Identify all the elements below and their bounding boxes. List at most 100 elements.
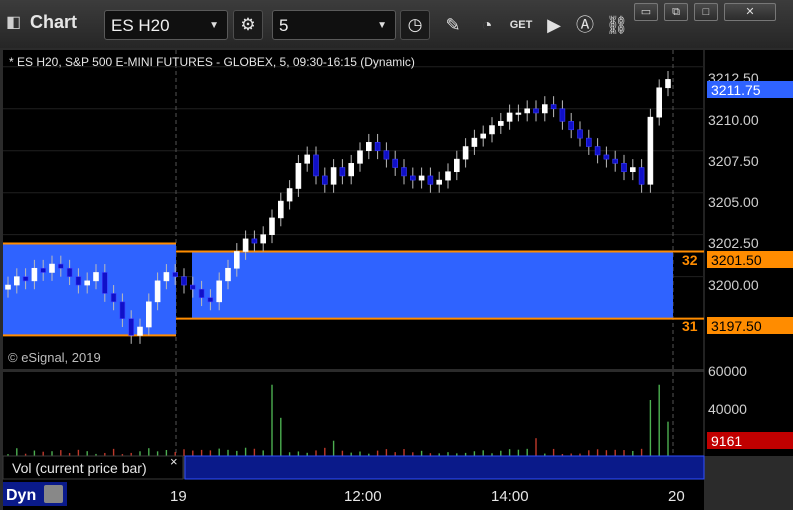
- interval-dropdown[interactable]: 5 ▼: [272, 10, 396, 40]
- candle: [295, 163, 302, 189]
- candle: [146, 301, 152, 328]
- settings-gear-icon[interactable]: ⚙: [233, 10, 263, 40]
- link-icon[interactable]: ⛓: [604, 12, 630, 38]
- candle: [40, 267, 47, 273]
- candle: [453, 158, 460, 173]
- candle: [22, 276, 29, 282]
- lower-level-number: 31: [682, 318, 698, 334]
- chart-area[interactable]: * ES H20, S&P 500 E-MINI FUTURES - GLOBE…: [0, 48, 793, 510]
- play-icon[interactable]: ▶: [541, 12, 567, 38]
- line-chart-icon[interactable]: ◔: [474, 12, 500, 38]
- pencil-draw-icon[interactable]: ✎: [440, 12, 466, 38]
- volume-panel-label: Vol (current price bar): [12, 460, 147, 476]
- candle: [137, 326, 143, 336]
- copyright-label: © eSignal, 2019: [8, 350, 101, 365]
- candle: [497, 121, 504, 126]
- candle: [119, 301, 126, 319]
- candle: [348, 163, 355, 177]
- last-price-label: 3211.75: [711, 82, 761, 98]
- candle: [550, 104, 557, 110]
- restore-icon[interactable]: ⧉: [664, 3, 688, 21]
- candle: [242, 238, 249, 252]
- candle: [339, 167, 346, 177]
- candle: [234, 251, 240, 269]
- candle: [445, 171, 451, 181]
- chevron-down-icon: ▼: [209, 20, 219, 31]
- candle: [286, 188, 293, 202]
- candle: [84, 280, 90, 286]
- candle: [568, 121, 575, 131]
- candle: [594, 146, 601, 156]
- candle: [66, 267, 73, 277]
- candle: [216, 280, 222, 303]
- close-icon[interactable]: ×: [170, 454, 178, 469]
- candle: [374, 142, 381, 152]
- candle: [383, 150, 390, 160]
- upper-level-label: 3201.50: [711, 252, 762, 268]
- maximize-icon[interactable]: □: [694, 3, 718, 21]
- candle: [330, 167, 337, 185]
- upper-level-number: 32: [682, 252, 698, 268]
- candle: [57, 263, 64, 269]
- candle: [665, 79, 671, 89]
- candle: [612, 158, 619, 164]
- candle: [401, 167, 407, 177]
- interval-value: 5: [279, 16, 289, 35]
- volume-current-label: 9161: [711, 433, 742, 449]
- candle: [585, 137, 592, 147]
- dynamic-mode-label: Dyn: [6, 487, 36, 504]
- candle: [541, 104, 548, 114]
- candle: [480, 133, 487, 139]
- candle: [251, 238, 258, 244]
- candle: [304, 154, 311, 164]
- lower-level-label: 3197.50: [711, 318, 762, 334]
- candle: [515, 112, 522, 115]
- volume-scroll-bar[interactable]: [184, 455, 705, 480]
- candle: [427, 175, 434, 185]
- candle: [110, 293, 117, 303]
- price-tick: 3202.50: [708, 235, 759, 251]
- candle: [418, 175, 425, 181]
- alert-icon[interactable]: Ⓐ: [572, 12, 598, 38]
- candle: [647, 116, 654, 185]
- price-tick: 3205.00: [708, 194, 759, 210]
- candle: [154, 280, 161, 303]
- price-tick: 3207.50: [708, 153, 759, 169]
- candle: [321, 175, 328, 185]
- candle: [489, 125, 495, 135]
- chart-info-label: * ES H20, S&P 500 E-MINI FUTURES - GLOBE…: [9, 55, 415, 69]
- candle: [102, 272, 108, 294]
- volume-panel[interactable]: [3, 372, 704, 456]
- candle: [181, 276, 187, 286]
- candle: [365, 142, 372, 152]
- candle: [462, 146, 469, 160]
- symbol-value: ES H20: [111, 16, 170, 35]
- candle: [629, 167, 636, 173]
- candle: [357, 150, 363, 164]
- candle: [225, 267, 231, 282]
- candle: [93, 272, 99, 282]
- candle: [533, 108, 539, 114]
- candle: [577, 129, 583, 139]
- candle: [638, 167, 645, 185]
- candle: [409, 175, 416, 181]
- candle: [163, 272, 170, 282]
- chevron-down-icon: ▼: [377, 20, 387, 31]
- candle: [277, 200, 284, 219]
- window-title: Chart: [30, 12, 78, 32]
- get-label: GET: [509, 19, 533, 31]
- lock-icon[interactable]: [44, 485, 63, 503]
- candle: [524, 108, 531, 114]
- candle: [621, 163, 627, 173]
- volume-tick: 60000: [708, 363, 747, 379]
- close-icon[interactable]: ✕: [724, 3, 776, 21]
- symbol-dropdown[interactable]: ES H20 ▼: [104, 10, 228, 40]
- candle: [506, 112, 513, 122]
- time-tick: 20: [668, 488, 685, 505]
- toolbar: ◧ Chart ES H20 ▼ ⚙ 5 ▼ ◷ ✎ ◔ GET ▶ Ⓐ ⛓ ▭…: [0, 0, 793, 48]
- candle: [190, 284, 196, 290]
- candle: [172, 272, 178, 277]
- pin-icon[interactable]: ▭: [634, 3, 658, 21]
- clock-icon[interactable]: ◷: [400, 10, 430, 40]
- get-icon[interactable]: GET: [506, 12, 536, 38]
